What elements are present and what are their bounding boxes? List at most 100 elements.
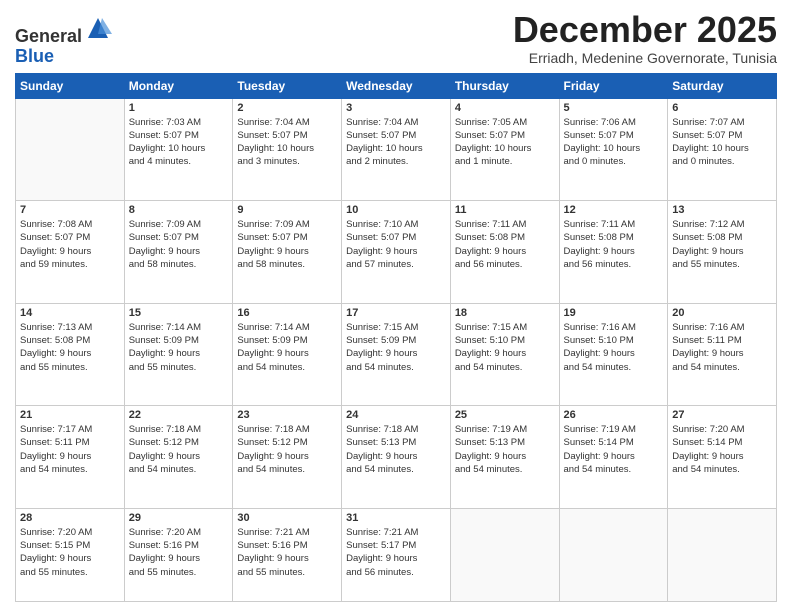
table-row: 7 Sunrise: 7:08 AM Sunset: 5:07 PM Daylig… xyxy=(16,201,125,304)
table-row xyxy=(450,508,559,601)
day-info: Sunrise: 7:12 AM Sunset: 5:08 PM Dayligh… xyxy=(672,218,772,271)
day-number: 31 xyxy=(346,512,446,524)
day-number: 17 xyxy=(346,307,446,319)
table-row: 24 Sunrise: 7:18 AM Sunset: 5:13 PM Dayli… xyxy=(342,406,451,509)
table-row: 6 Sunrise: 7:07 AM Sunset: 5:07 PM Daylig… xyxy=(668,98,777,201)
day-info: Sunrise: 7:14 AM Sunset: 5:09 PM Dayligh… xyxy=(237,321,337,374)
table-row: 5 Sunrise: 7:06 AM Sunset: 5:07 PM Daylig… xyxy=(559,98,668,201)
day-info: Sunrise: 7:11 AM Sunset: 5:08 PM Dayligh… xyxy=(455,218,555,271)
table-row: 2 Sunrise: 7:04 AM Sunset: 5:07 PM Daylig… xyxy=(233,98,342,201)
day-number: 18 xyxy=(455,307,555,319)
day-number: 29 xyxy=(129,512,229,524)
day-number: 2 xyxy=(237,102,337,114)
month-title: December 2025 xyxy=(513,10,777,50)
day-info: Sunrise: 7:08 AM Sunset: 5:07 PM Dayligh… xyxy=(20,218,120,271)
header-thursday: Thursday xyxy=(450,73,559,98)
day-number: 23 xyxy=(237,409,337,421)
table-row: 13Sunrise: 7:12 AM Sunset: 5:08 PM Dayli… xyxy=(668,201,777,304)
header-sunday: Sunday xyxy=(16,73,125,98)
day-info: Sunrise: 7:21 AM Sunset: 5:16 PM Dayligh… xyxy=(237,526,337,579)
logo-icon xyxy=(84,14,112,42)
header-monday: Monday xyxy=(124,73,233,98)
calendar-week-row: 1 Sunrise: 7:03 AM Sunset: 5:07 PM Daylig… xyxy=(16,98,777,201)
calendar-table: Sunday Monday Tuesday Wednesday Thursday… xyxy=(15,73,777,602)
day-number: 6 xyxy=(672,102,772,114)
day-number: 7 xyxy=(20,204,120,216)
logo-blue-text: Blue xyxy=(15,46,54,66)
day-number: 20 xyxy=(672,307,772,319)
day-info: Sunrise: 7:16 AM Sunset: 5:10 PM Dayligh… xyxy=(564,321,664,374)
day-info: Sunrise: 7:06 AM Sunset: 5:07 PM Dayligh… xyxy=(564,116,664,169)
day-info: Sunrise: 7:18 AM Sunset: 5:13 PM Dayligh… xyxy=(346,423,446,476)
day-info: Sunrise: 7:17 AM Sunset: 5:11 PM Dayligh… xyxy=(20,423,120,476)
day-info: Sunrise: 7:14 AM Sunset: 5:09 PM Dayligh… xyxy=(129,321,229,374)
day-number: 21 xyxy=(20,409,120,421)
table-row xyxy=(668,508,777,601)
header-tuesday: Tuesday xyxy=(233,73,342,98)
table-row: 15 Sunrise: 7:14 AM Sunset: 5:09 PM Dayli… xyxy=(124,303,233,406)
table-row: 31Sunrise: 7:21 AM Sunset: 5:17 PM Dayli… xyxy=(342,508,451,601)
calendar-header-row: Sunday Monday Tuesday Wednesday Thursday… xyxy=(16,73,777,98)
day-number: 9 xyxy=(237,204,337,216)
day-info: Sunrise: 7:18 AM Sunset: 5:12 PM Dayligh… xyxy=(129,423,229,476)
table-row: 16 Sunrise: 7:14 AM Sunset: 5:09 PM Dayli… xyxy=(233,303,342,406)
day-number: 22 xyxy=(129,409,229,421)
day-number: 19 xyxy=(564,307,664,319)
day-info: Sunrise: 7:04 AM Sunset: 5:07 PM Dayligh… xyxy=(346,116,446,169)
calendar-week-row: 7 Sunrise: 7:08 AM Sunset: 5:07 PM Daylig… xyxy=(16,201,777,304)
day-info: Sunrise: 7:10 AM Sunset: 5:07 PM Dayligh… xyxy=(346,218,446,271)
table-row: 25Sunrise: 7:19 AM Sunset: 5:13 PM Dayli… xyxy=(450,406,559,509)
day-number: 30 xyxy=(237,512,337,524)
table-row: 19 Sunrise: 7:16 AM Sunset: 5:10 PM Dayli… xyxy=(559,303,668,406)
table-row: 18Sunrise: 7:15 AM Sunset: 5:10 PM Dayli… xyxy=(450,303,559,406)
calendar-week-row: 21 Sunrise: 7:17 AM Sunset: 5:11 PM Dayli… xyxy=(16,406,777,509)
day-number: 16 xyxy=(237,307,337,319)
table-row: 3 Sunrise: 7:04 AM Sunset: 5:07 PM Daylig… xyxy=(342,98,451,201)
day-info: Sunrise: 7:20 AM Sunset: 5:14 PM Dayligh… xyxy=(672,423,772,476)
table-row xyxy=(16,98,125,201)
logo: General Blue xyxy=(15,14,112,67)
day-number: 10 xyxy=(346,204,446,216)
day-info: Sunrise: 7:04 AM Sunset: 5:07 PM Dayligh… xyxy=(237,116,337,169)
day-number: 28 xyxy=(20,512,120,524)
day-info: Sunrise: 7:20 AM Sunset: 5:16 PM Dayligh… xyxy=(129,526,229,579)
table-row: 23Sunrise: 7:18 AM Sunset: 5:12 PM Dayli… xyxy=(233,406,342,509)
day-number: 27 xyxy=(672,409,772,421)
day-number: 1 xyxy=(129,102,229,114)
day-number: 8 xyxy=(129,204,229,216)
table-row: 28Sunrise: 7:20 AM Sunset: 5:15 PM Dayli… xyxy=(16,508,125,601)
day-number: 15 xyxy=(129,307,229,319)
logo-general-text: General xyxy=(15,26,82,46)
day-info: Sunrise: 7:15 AM Sunset: 5:09 PM Dayligh… xyxy=(346,321,446,374)
table-row: 4 Sunrise: 7:05 AM Sunset: 5:07 PM Daylig… xyxy=(450,98,559,201)
day-number: 24 xyxy=(346,409,446,421)
table-row: 30 Sunrise: 7:21 AM Sunset: 5:16 PM Dayli… xyxy=(233,508,342,601)
table-row: 27 Sunrise: 7:20 AM Sunset: 5:14 PM Dayli… xyxy=(668,406,777,509)
day-number: 3 xyxy=(346,102,446,114)
table-row: 20Sunrise: 7:16 AM Sunset: 5:11 PM Dayli… xyxy=(668,303,777,406)
table-row: 22 Sunrise: 7:18 AM Sunset: 5:12 PM Dayli… xyxy=(124,406,233,509)
table-row: 10 Sunrise: 7:10 AM Sunset: 5:07 PM Dayli… xyxy=(342,201,451,304)
day-info: Sunrise: 7:11 AM Sunset: 5:08 PM Dayligh… xyxy=(564,218,664,271)
day-number: 12 xyxy=(564,204,664,216)
day-number: 11 xyxy=(455,204,555,216)
header: General Blue December 2025 Erriadh, Mede… xyxy=(15,10,777,67)
day-info: Sunrise: 7:09 AM Sunset: 5:07 PM Dayligh… xyxy=(129,218,229,271)
location: Erriadh, Medenine Governorate, Tunisia xyxy=(513,50,777,66)
day-info: Sunrise: 7:13 AM Sunset: 5:08 PM Dayligh… xyxy=(20,321,120,374)
header-friday: Friday xyxy=(559,73,668,98)
day-number: 4 xyxy=(455,102,555,114)
calendar-week-row: 14Sunrise: 7:13 AM Sunset: 5:08 PM Dayli… xyxy=(16,303,777,406)
day-info: Sunrise: 7:05 AM Sunset: 5:07 PM Dayligh… xyxy=(455,116,555,169)
table-row: 12 Sunrise: 7:11 AM Sunset: 5:08 PM Dayli… xyxy=(559,201,668,304)
title-block: December 2025 Erriadh, Medenine Governor… xyxy=(513,10,777,66)
table-row: 8 Sunrise: 7:09 AM Sunset: 5:07 PM Daylig… xyxy=(124,201,233,304)
table-row: 21 Sunrise: 7:17 AM Sunset: 5:11 PM Dayli… xyxy=(16,406,125,509)
day-info: Sunrise: 7:19 AM Sunset: 5:14 PM Dayligh… xyxy=(564,423,664,476)
header-saturday: Saturday xyxy=(668,73,777,98)
day-info: Sunrise: 7:07 AM Sunset: 5:07 PM Dayligh… xyxy=(672,116,772,169)
day-info: Sunrise: 7:03 AM Sunset: 5:07 PM Dayligh… xyxy=(129,116,229,169)
day-number: 5 xyxy=(564,102,664,114)
table-row: 29 Sunrise: 7:20 AM Sunset: 5:16 PM Dayli… xyxy=(124,508,233,601)
day-number: 26 xyxy=(564,409,664,421)
